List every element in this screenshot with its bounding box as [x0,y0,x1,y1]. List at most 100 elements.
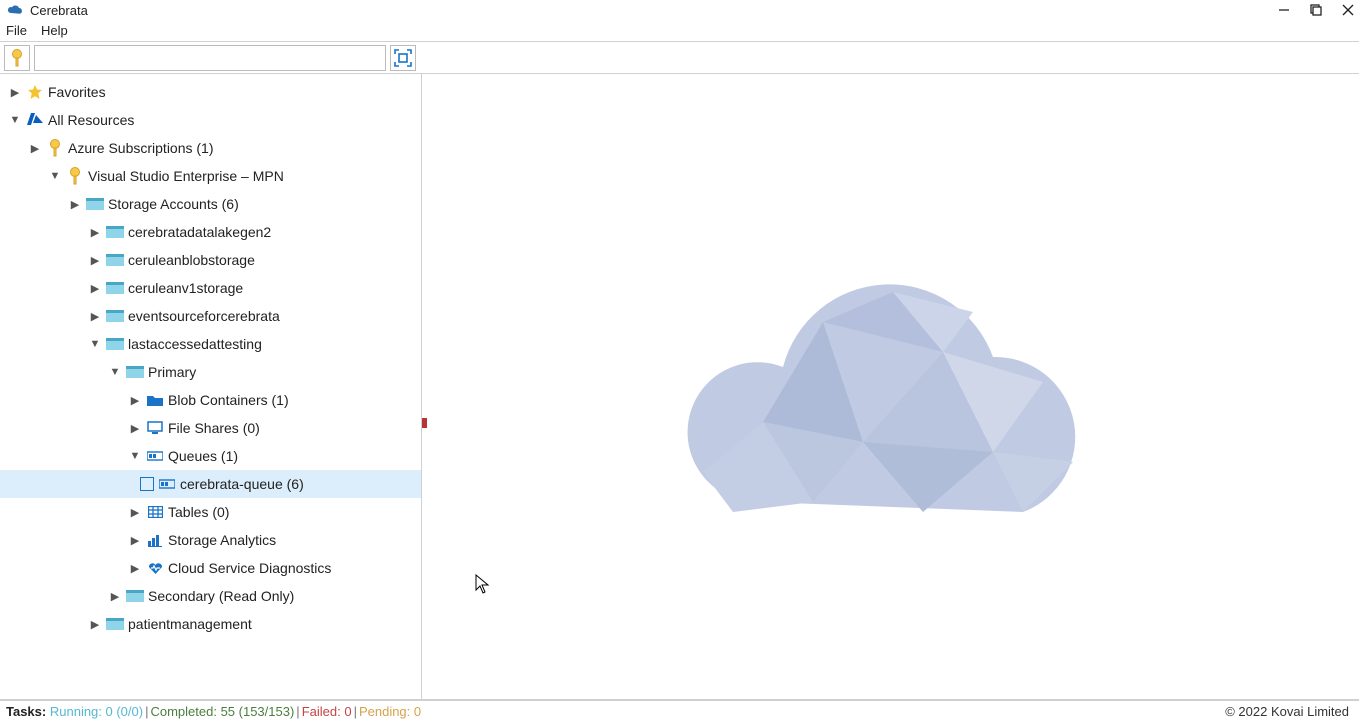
table-icon [146,506,164,518]
status-running: Running: 0 (0/0) [50,704,143,719]
tree-node-tables[interactable]: ▶ Tables (0) [0,498,421,526]
storage-icon [106,254,124,266]
chart-icon [146,534,164,547]
status-completed: Completed: 55 (153/153) [150,704,294,719]
content-pane [427,74,1359,699]
tree-node-secondary[interactable]: ▶ Secondary (Read Only) [0,582,421,610]
tree-node-all-resources[interactable]: ▼ All Resources [0,106,421,134]
tree-node-blob-containers[interactable]: ▶ Blob Containers (1) [0,386,421,414]
chevron-right-icon: ▶ [88,310,102,323]
chevron-right-icon: ▶ [128,562,142,575]
app-icon [6,4,24,16]
key-icon [66,167,84,185]
tree-node-azure-subscriptions[interactable]: ▶ Azure Subscriptions (1) [0,134,421,162]
chevron-right-icon: ▶ [28,142,42,155]
menu-help[interactable]: Help [41,23,68,38]
tree-node-storage-account[interactable]: ▶ cerebratadatalakegen2 [0,218,421,246]
tree-label: Storage Accounts (6) [108,196,239,212]
tree-node-storage-account[interactable]: ▼ lastaccessedattesting [0,330,421,358]
mouse-cursor-icon [475,574,489,599]
tree-node-storage-analytics[interactable]: ▶ Storage Analytics [0,526,421,554]
tree-node-storage-account[interactable]: ▶ ceruleanv1storage [0,274,421,302]
storage-icon [106,338,124,350]
tree-label: Queues (1) [168,448,238,464]
chevron-right-icon: ▶ [8,86,22,99]
storage-icon [106,310,124,322]
checkbox[interactable] [140,477,154,491]
tree-label: patientmanagement [128,616,252,632]
chevron-down-icon: ▼ [8,114,22,126]
tree-node-file-shares[interactable]: ▶ File Shares (0) [0,414,421,442]
chevron-down-icon: ▼ [108,366,122,378]
storage-icon [126,366,144,378]
close-button[interactable] [1341,3,1355,17]
tree-label: Visual Studio Enterprise – MPN [88,168,284,184]
star-icon [26,84,44,100]
tree-node-storage-account[interactable]: ▶ ceruleanblobstorage [0,246,421,274]
chevron-right-icon: ▶ [88,618,102,631]
monitor-icon [146,421,164,435]
tree-label: Blob Containers (1) [168,392,289,408]
chevron-right-icon: ▶ [128,534,142,547]
tree-node-queues[interactable]: ▼ Queues (1) [0,442,421,470]
storage-icon [86,198,104,210]
chevron-down-icon: ▼ [88,338,102,350]
tree-label: All Resources [48,112,134,128]
tree-node-subscription[interactable]: ▼ Visual Studio Enterprise – MPN [0,162,421,190]
status-tasks-label: Tasks: [6,704,46,719]
chevron-right-icon: ▶ [88,282,102,295]
chevron-right-icon: ▶ [128,506,142,519]
tree-node-storage-accounts[interactable]: ▶ Storage Accounts (6) [0,190,421,218]
tree-label: ceruleanv1storage [128,280,243,296]
storage-icon [126,590,144,602]
tree-node-queue-item[interactable]: cerebrata-queue (6) [0,470,421,498]
chevron-right-icon: ▶ [128,422,142,435]
chevron-right-icon: ▶ [68,198,82,211]
queue-icon [146,450,164,462]
toolbar [0,42,1359,74]
search-input[interactable] [34,45,386,71]
maximize-button[interactable] [1309,3,1323,17]
tree-label: Secondary (Read Only) [148,588,294,604]
menu-file[interactable]: File [6,23,27,38]
folder-icon [146,394,164,406]
resource-tree[interactable]: ▶ Favorites ▼ All Resources ▶ [0,74,421,642]
tree-node-storage-account[interactable]: ▶ eventsourceforcerebrata [0,302,421,330]
statusbar: Tasks: Running: 0 (0/0) | Completed: 55 … [0,699,1359,721]
tree-label: Storage Analytics [168,532,276,548]
queue-icon [158,478,176,490]
cloud-logo-icon [643,222,1143,552]
focus-graph-button[interactable] [390,45,416,71]
minimize-button[interactable] [1277,3,1291,17]
tree-label: Cloud Service Diagnostics [168,560,331,576]
tree-label: Azure Subscriptions (1) [68,140,214,156]
titlebar: Cerebrata [0,0,1359,20]
chevron-down-icon: ▼ [128,450,142,462]
add-connection-button[interactable] [4,45,30,71]
tree-node-primary[interactable]: ▼ Primary [0,358,421,386]
tree-label: Tables (0) [168,504,229,520]
storage-icon [106,226,124,238]
status-failed: Failed: 0 [302,704,352,719]
menubar: File Help [0,20,1359,42]
sidebar: ▶ Favorites ▼ All Resources ▶ [0,74,422,699]
tree-label: cerebrata-queue (6) [180,476,304,492]
window-title: Cerebrata [30,3,88,18]
chevron-right-icon: ▶ [88,254,102,267]
chevron-right-icon: ▶ [88,226,102,239]
heart-pulse-icon [146,562,164,575]
azure-icon [26,113,44,127]
status-pending: Pending: 0 [359,704,421,719]
tree-node-storage-account[interactable]: ▶ patientmanagement [0,610,421,638]
tree-label: eventsourceforcerebrata [128,308,280,324]
tree-label: File Shares (0) [168,420,260,436]
storage-icon [106,282,124,294]
tree-label: ceruleanblobstorage [128,252,255,268]
storage-icon [106,618,124,630]
tree-node-cloud-diagnostics[interactable]: ▶ Cloud Service Diagnostics [0,554,421,582]
chevron-right-icon: ▶ [128,394,142,407]
tree-label: Favorites [48,84,106,100]
tree-label: cerebratadatalakegen2 [128,224,271,240]
tree-node-favorites[interactable]: ▶ Favorites [0,78,421,106]
key-icon [46,139,64,157]
